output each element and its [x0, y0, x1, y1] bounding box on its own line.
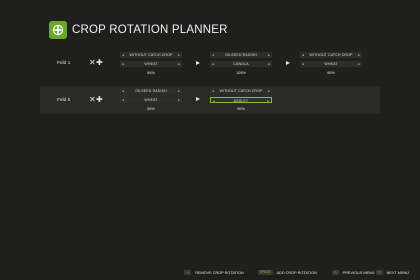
- yield-value: 65%: [147, 107, 155, 111]
- crop-select[interactable]: ◂ CANOLA ▸: [210, 61, 272, 67]
- add-slot-icon[interactable]: ✚: [96, 96, 103, 104]
- remove-crop-rotation-hint[interactable]: — REMOVE CROP ROTATION: [184, 270, 244, 275]
- chevron-right-icon[interactable]: ▸: [358, 61, 360, 67]
- next-menu-hint[interactable]: ⊙ NEXT MENU: [376, 270, 409, 275]
- previous-menu-hint[interactable]: ⊙ PREVIOUS MENU: [332, 270, 375, 275]
- chevron-left-icon[interactable]: ◂: [122, 97, 124, 103]
- footer-controls: — REMOVE CROP ROTATION SPACE ADD CROP RO…: [0, 266, 420, 280]
- play-arrow-icon: [196, 61, 200, 65]
- catch-crop-select[interactable]: ◂ WITHOUT CATCH CROP ▸: [210, 88, 272, 94]
- rotation-slot: ◂ WITHOUT CATCH CROP ▸ ◂ BARLEY ▸ 90%: [210, 86, 272, 114]
- chevron-left-icon[interactable]: ◂: [302, 61, 304, 67]
- field-name: Feld 1: [57, 61, 71, 66]
- chevron-right-icon[interactable]: ▸: [178, 88, 180, 94]
- chevron-right-icon[interactable]: ▸: [267, 98, 269, 104]
- play-arrow-icon: [286, 61, 290, 65]
- chevron-left-icon[interactable]: ◂: [122, 61, 124, 67]
- catch-crop-select[interactable]: ◂ WITHOUT CATCH CROP ▸: [120, 52, 182, 58]
- gamepad-button-icon: ⊙: [332, 270, 339, 275]
- add-crop-rotation-hint[interactable]: SPACE ADD CROP ROTATION: [258, 270, 317, 275]
- rotation-slot: ◂ OILSEED RADISH ▸ ◂ WHEAT ▸ 65%: [120, 86, 182, 114]
- crop-select[interactable]: ◂ WHEAT ▸: [300, 61, 362, 67]
- chevron-right-icon[interactable]: ▸: [268, 52, 270, 58]
- yield-value: 65%: [147, 71, 155, 75]
- key-badge: —: [184, 270, 192, 275]
- chevron-right-icon[interactable]: ▸: [268, 61, 270, 67]
- yield-value: 90%: [237, 107, 245, 111]
- rotation-slot: ◂ OILSEED RADISH ▸ ◂ CANOLA ▸ 105%: [210, 49, 272, 77]
- key-badge: SPACE: [258, 270, 273, 275]
- chevron-right-icon[interactable]: ▸: [358, 52, 360, 58]
- page-title: CROP ROTATION PLANNER: [72, 24, 228, 36]
- farm-planner-icon: [49, 21, 67, 39]
- remove-field-icon[interactable]: ✕: [89, 59, 96, 67]
- crop-rotation-screen: CROP ROTATION PLANNER Feld 1 ✕ ✚ ◂ WITHO…: [0, 0, 420, 280]
- chevron-left-icon[interactable]: ◂: [302, 52, 304, 58]
- page-header: CROP ROTATION PLANNER: [49, 21, 228, 39]
- field-row-feld-1: Feld 1 ✕ ✚ ◂ WITHOUT CATCH CROP ▸ ◂ WHEA…: [40, 49, 380, 77]
- remove-field-icon[interactable]: ✕: [89, 96, 96, 104]
- rotation-slot: ◂ WITHOUT CATCH CROP ▸ ◂ WHEAT ▸ 65%: [120, 49, 182, 77]
- chevron-left-icon[interactable]: ◂: [212, 61, 214, 67]
- add-slot-icon[interactable]: ✚: [96, 59, 103, 67]
- field-row-feld-5: Feld 5 ✕ ✚ ◂ OILSEED RADISH ▸ ◂ WHEAT ▸ …: [40, 86, 380, 114]
- chevron-left-icon[interactable]: ◂: [122, 88, 124, 94]
- field-name: Feld 5: [57, 98, 71, 103]
- catch-crop-select[interactable]: ◂ WITHOUT CATCH CROP ▸: [300, 52, 362, 58]
- yield-value: 105%: [236, 71, 246, 75]
- crop-select[interactable]: ◂ WHEAT ▸: [120, 61, 182, 67]
- chevron-left-icon[interactable]: ◂: [213, 98, 215, 104]
- rotation-slot: ◂ WITHOUT CATCH CROP ▸ ◂ WHEAT ▸ 80%: [300, 49, 362, 77]
- chevron-right-icon[interactable]: ▸: [268, 88, 270, 94]
- crop-select-focused[interactable]: ◂ BARLEY ▸: [210, 97, 272, 103]
- yield-value: 80%: [327, 71, 335, 75]
- chevron-right-icon[interactable]: ▸: [178, 61, 180, 67]
- chevron-right-icon[interactable]: ▸: [178, 52, 180, 58]
- catch-crop-select[interactable]: ◂ OILSEED RADISH ▸: [210, 52, 272, 58]
- gamepad-button-icon: ⊙: [376, 270, 383, 275]
- chevron-right-icon[interactable]: ▸: [178, 97, 180, 103]
- play-arrow-icon: [196, 97, 200, 101]
- crop-select[interactable]: ◂ WHEAT ▸: [120, 97, 182, 103]
- chevron-left-icon[interactable]: ◂: [212, 88, 214, 94]
- chevron-left-icon[interactable]: ◂: [212, 52, 214, 58]
- chevron-left-icon[interactable]: ◂: [122, 52, 124, 58]
- catch-crop-select[interactable]: ◂ OILSEED RADISH ▸: [120, 88, 182, 94]
